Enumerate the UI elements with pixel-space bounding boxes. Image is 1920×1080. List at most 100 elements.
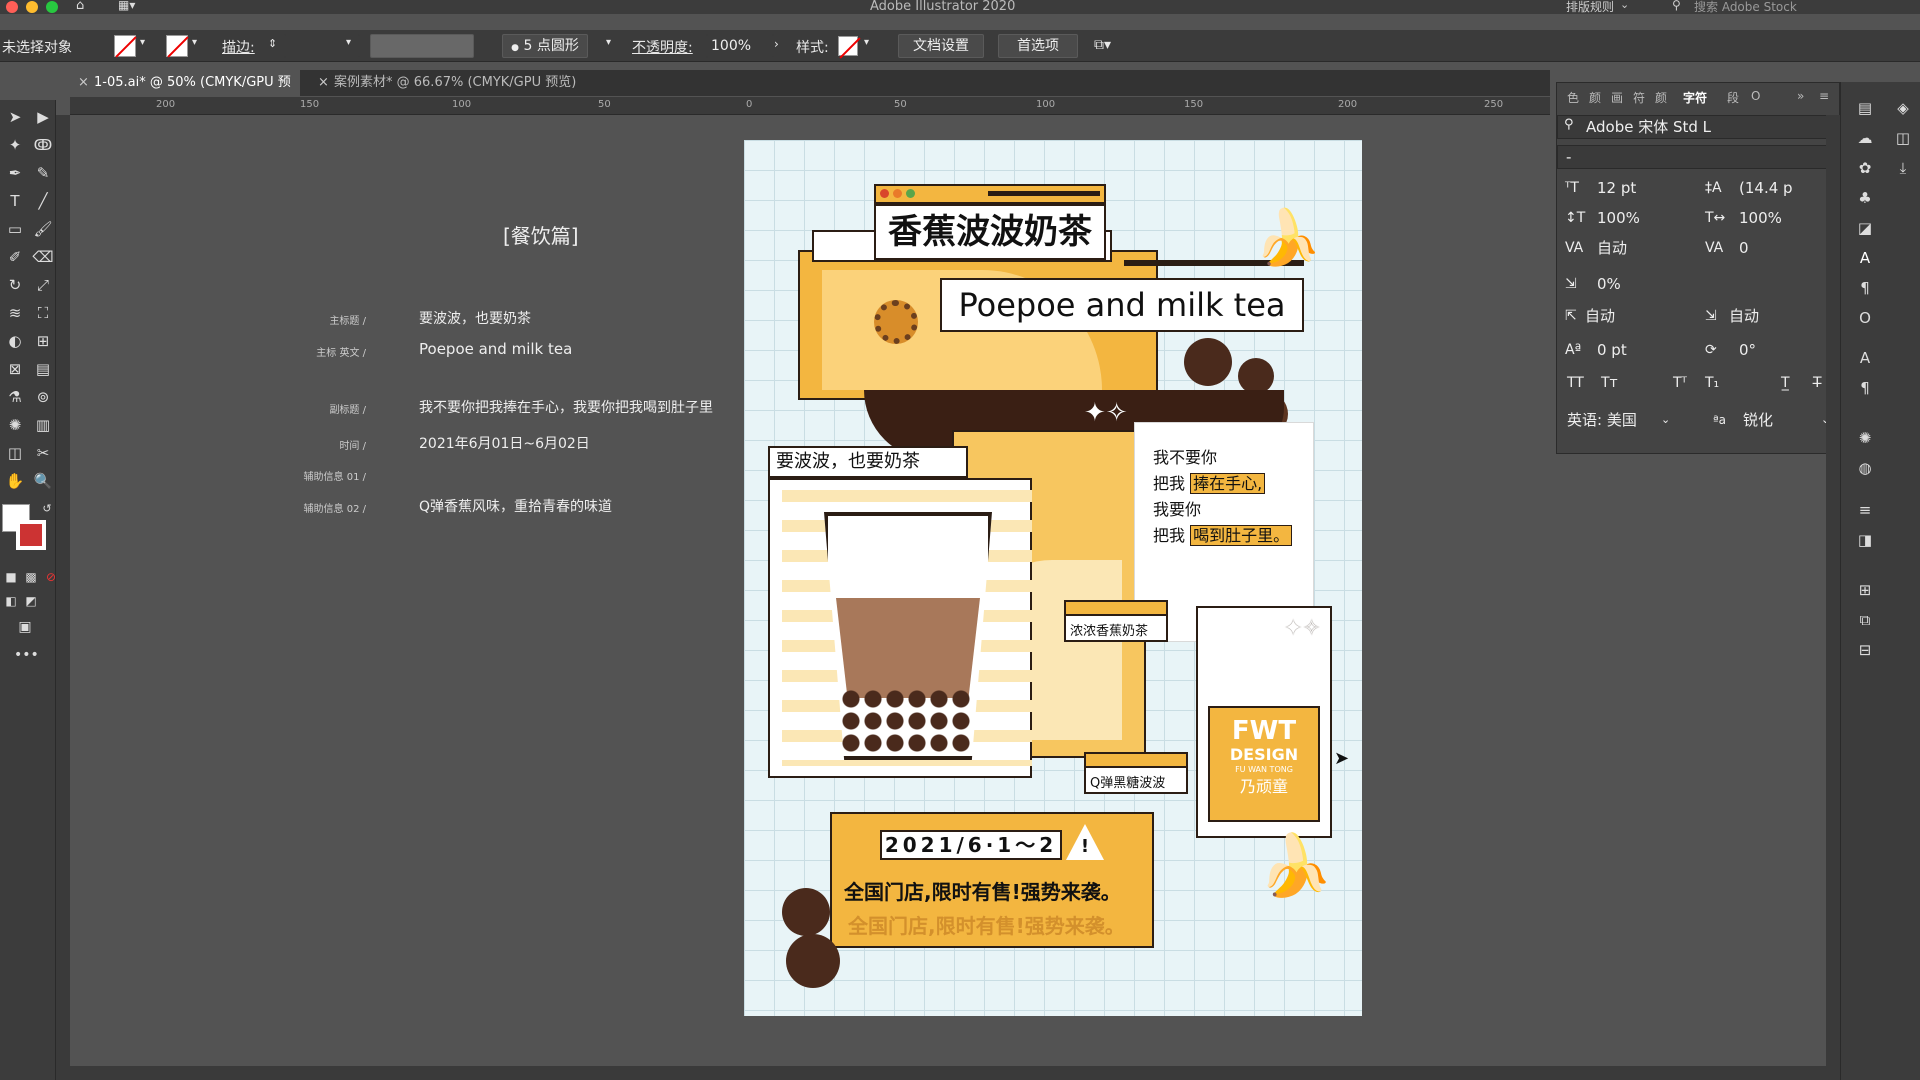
- close-window-button[interactable]: [6, 1, 18, 13]
- panel-tab[interactable]: 颜: [1655, 89, 1667, 106]
- home-icon[interactable]: ⌂: [76, 0, 84, 13]
- rotate-tool-icon[interactable]: ↻: [4, 274, 26, 296]
- poster-title-cn[interactable]: 香蕉波波奶茶: [874, 204, 1106, 260]
- paragraph-styles-icon[interactable]: ¶: [1855, 378, 1875, 398]
- properties-icon[interactable]: ▤: [1855, 98, 1875, 118]
- align-icon[interactable]: ⊟: [1855, 640, 1875, 660]
- collapse-panel-icon[interactable]: »: [1797, 89, 1804, 103]
- type-tool-icon[interactable]: T: [4, 190, 26, 212]
- scale-tool-icon[interactable]: ⤢: [32, 274, 54, 296]
- width-tool-icon[interactable]: ≋: [4, 302, 26, 324]
- small-caps-icon[interactable]: Tт: [1601, 375, 1618, 391]
- variable-width-profile[interactable]: [370, 34, 474, 58]
- shape-builder-tool-icon[interactable]: ◐: [4, 330, 26, 352]
- brush-select[interactable]: ● 5 点圆形: [502, 34, 588, 58]
- right-text-lines[interactable]: 我不要你 把我 捧在手心, 我要你 把我 喝到肚子里。: [1153, 445, 1293, 549]
- language-select[interactable]: 英语: 美国: [1567, 409, 1637, 431]
- swap-colors-icon[interactable]: ↺: [36, 498, 58, 520]
- brushes-icon[interactable]: ✿: [1855, 158, 1875, 178]
- maximize-window-button[interactable]: [46, 1, 58, 13]
- draw-normal-icon[interactable]: ◧: [0, 590, 22, 612]
- curvature-tool-icon[interactable]: ✎: [32, 162, 54, 184]
- vertical-ruler[interactable]: [56, 115, 70, 1080]
- color-mode-icon[interactable]: ■: [0, 566, 22, 588]
- none-mode-icon[interactable]: ⊘: [40, 566, 62, 588]
- eyedropper-tool-icon[interactable]: ⚗: [4, 386, 26, 408]
- horizontal-scale-field[interactable]: 100%: [1739, 207, 1813, 229]
- label-banana[interactable]: 浓浓香蕉奶茶: [1064, 600, 1168, 642]
- more-tools-icon[interactable]: •••: [14, 644, 39, 666]
- asset-export-icon[interactable]: ⤓: [1893, 158, 1913, 178]
- strikethrough-icon[interactable]: T̶: [1813, 375, 1822, 391]
- stroke-icon[interactable]: ≡: [1855, 500, 1875, 520]
- blend-tool-icon[interactable]: ⊚: [32, 386, 54, 408]
- panel-tab[interactable]: 画: [1611, 89, 1623, 106]
- mesh-tool-icon[interactable]: ⊠: [4, 358, 26, 380]
- tab-character[interactable]: 字符: [1683, 89, 1707, 106]
- tab-1-05[interactable]: × 1-05.ai* @ 50% (CMYK/GPU 预览): [70, 70, 300, 116]
- superscript-icon[interactable]: Tᵀ: [1673, 375, 1687, 391]
- column-graph-tool-icon[interactable]: ▥: [32, 414, 54, 436]
- zoom-tool-icon[interactable]: 🔍: [32, 470, 54, 492]
- close-icon[interactable]: ×: [318, 70, 329, 96]
- stock-search-input[interactable]: 搜索 Adobe Stock: [1694, 0, 1797, 15]
- subscript-icon[interactable]: T₁: [1705, 375, 1719, 391]
- leading-field[interactable]: (14.4 p: [1739, 177, 1813, 199]
- layers-icon[interactable]: ◈: [1893, 98, 1913, 118]
- kerning-field[interactable]: 自动: [1597, 237, 1671, 259]
- hand-tool-icon[interactable]: ✋: [4, 470, 26, 492]
- chevron-right-icon[interactable]: ›: [774, 37, 779, 51]
- paintbrush-tool-icon[interactable]: 🖌: [32, 218, 54, 240]
- aki-right-field[interactable]: 自动: [1729, 305, 1819, 327]
- fwt-logo[interactable]: FWT DESIGN FU WAN TONG 乃顽童: [1208, 706, 1320, 822]
- appearance-icon[interactable]: ✺: [1855, 428, 1875, 448]
- magic-wand-tool-icon[interactable]: ✦: [4, 134, 26, 156]
- promo-date[interactable]: 2021/6·1～2: [880, 830, 1062, 860]
- graphic-styles-icon[interactable]: ◪: [1855, 218, 1875, 238]
- promo-text[interactable]: 全国门店,限时有售!强势来袭。: [844, 876, 1121, 905]
- panel-tab[interactable]: 颜: [1589, 89, 1601, 106]
- preferences-button[interactable]: 首选项: [998, 34, 1078, 58]
- opentype-icon[interactable]: O: [1855, 308, 1875, 328]
- chevron-down-icon[interactable]: ▾: [606, 37, 611, 48]
- panel-tab[interactable]: O: [1751, 89, 1760, 103]
- aki-left-field[interactable]: 自动: [1585, 305, 1675, 327]
- fill-swatch[interactable]: [114, 35, 136, 57]
- vertical-scrollbar[interactable]: [1826, 115, 1840, 1080]
- line-tool-icon[interactable]: ╱: [32, 190, 54, 212]
- label-boba[interactable]: Q弹黑糖波波: [1084, 752, 1188, 794]
- gradient-icon[interactable]: ◨: [1855, 530, 1875, 550]
- symbol-sprayer-tool-icon[interactable]: ✺: [4, 414, 26, 436]
- underline-icon[interactable]: T̲: [1781, 375, 1790, 391]
- poster-title-en[interactable]: Poepoe and milk tea: [940, 278, 1304, 332]
- opacity-label[interactable]: 不透明度:: [632, 37, 693, 57]
- chevron-down-icon[interactable]: ▾: [346, 37, 351, 48]
- stroke-swatch[interactable]: [166, 35, 188, 57]
- character-styles-icon[interactable]: A: [1855, 348, 1875, 368]
- gradient-tool-icon[interactable]: ▤: [32, 358, 54, 380]
- slice-tool-icon[interactable]: ✂: [32, 442, 54, 464]
- stroke-label[interactable]: 描边:: [222, 37, 255, 57]
- chevron-down-icon[interactable]: ▾: [140, 37, 145, 48]
- selection-tool-icon[interactable]: ➤: [4, 106, 26, 128]
- vertical-scale-field[interactable]: 100%: [1597, 207, 1671, 229]
- font-style-select[interactable]: - ⌄: [1557, 145, 1841, 169]
- character-rotation-field[interactable]: 0°: [1739, 339, 1813, 361]
- eraser-tool-icon[interactable]: ⌫: [32, 246, 54, 268]
- tab-case-material[interactable]: × 案例素材* @ 66.67% (CMYK/GPU 预览): [310, 70, 580, 96]
- horizontal-ruler[interactable]: 200 150 100 50 0 50 100 150 200 250: [70, 97, 1550, 115]
- rectangle-tool-icon[interactable]: ▭: [4, 218, 26, 240]
- chevron-down-icon[interactable]: ▾: [864, 37, 869, 48]
- document-setup-button[interactable]: 文档设置: [898, 34, 984, 58]
- horizontal-scrollbar[interactable]: [70, 1066, 1826, 1080]
- draw-behind-icon[interactable]: ◩: [20, 590, 42, 612]
- sub-tag[interactable]: 要波波，也要奶茶: [768, 446, 968, 478]
- opacity-field[interactable]: 100%: [706, 34, 774, 58]
- workspace-switcher-icon[interactable]: ▦▾: [118, 0, 135, 12]
- artboards-icon[interactable]: ◫: [1893, 128, 1913, 148]
- style-swatch[interactable]: [838, 36, 858, 56]
- transform-icon[interactable]: ⊞: [1855, 580, 1875, 600]
- direct-selection-tool-icon[interactable]: ▶: [32, 106, 54, 128]
- artboard-poster[interactable]: 香蕉波波奶茶 Poepoe and milk tea 🍌 ✦✧ 我不要你 把我 …: [744, 140, 1362, 1016]
- arrange-documents-icon[interactable]: ⧉▾: [1094, 37, 1111, 53]
